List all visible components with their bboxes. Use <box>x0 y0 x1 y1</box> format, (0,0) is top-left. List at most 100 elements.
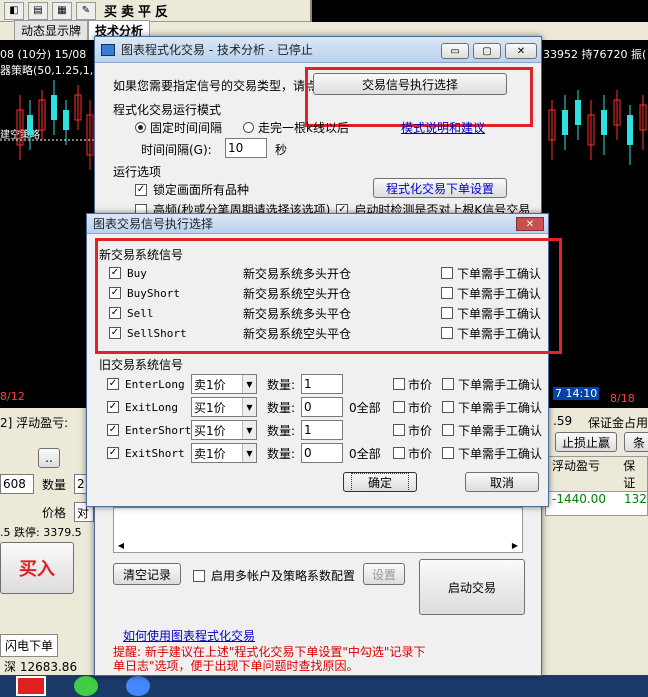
radio-complete-label: 走完一根k线以后 <box>258 121 349 135</box>
manual-check[interactable] <box>442 447 454 459</box>
price-type-select[interactable]: 卖1价 ▼ <box>191 374 257 394</box>
qty-input[interactable]: 1 <box>301 420 343 440</box>
toolbar-icon-4[interactable]: ✎ <box>76 1 96 20</box>
all-label: 0全部 <box>349 400 381 415</box>
float-pnl-label: 2] 浮动盈亏: <box>0 416 69 430</box>
signal-close-button[interactable]: ✕ <box>516 217 544 231</box>
toolbar-buy[interactable]: 买 <box>104 1 117 20</box>
help-link[interactable]: 如何使用图表程式化交易 <box>123 627 255 644</box>
setup-button[interactable]: 设置 <box>363 563 405 585</box>
mode-help-link[interactable]: 模式说明和建议 <box>401 119 485 136</box>
cancel-button[interactable]: 取消 <box>465 472 539 492</box>
tab-dynamic[interactable]: 动态显示牌 <box>14 20 89 40</box>
old-signal-check[interactable]: ✓ <box>107 378 119 390</box>
flash-tab[interactable]: 闪电下单 <box>0 634 59 657</box>
scroll-right[interactable]: ▶ <box>508 538 522 552</box>
qty-input[interactable]: 0 <box>301 397 343 417</box>
interval-input[interactable]: 10 <box>225 138 267 158</box>
radio-fixed[interactable]: 固定时间间隔 <box>135 119 222 136</box>
manual-label: 下单需手工确认 <box>458 377 543 392</box>
manual-check[interactable] <box>442 424 454 436</box>
scroll-left[interactable]: ◀ <box>114 538 128 552</box>
order-settings-button[interactable]: 程式化交易下单设置 <box>373 178 507 198</box>
cancel-label: 取消 <box>489 475 514 490</box>
radio-complete[interactable]: 走完一根k线以后 <box>243 119 349 136</box>
old-signal-check[interactable]: ✓ <box>107 447 119 459</box>
pos-table: 浮动盈亏 保证 -1440.00 132 <box>545 456 648 516</box>
price-type-select[interactable]: 卖1价 ▼ <box>191 443 257 463</box>
mode-section: 程式化交易运行模式 <box>113 103 222 117</box>
radio-fixed-label: 固定时间间隔 <box>150 121 223 135</box>
toolbar-reverse[interactable]: 反 <box>155 1 168 20</box>
radio-circle <box>243 122 254 133</box>
toolbar-close[interactable]: 平 <box>138 1 151 20</box>
stop-loss-button[interactable]: 止损止赢 <box>555 432 617 452</box>
price-type-value: 卖1价 <box>194 446 226 461</box>
price-input[interactable]: 608 <box>0 474 34 494</box>
lock-checkbox[interactable]: ✓ 锁定画面所有品种 <box>135 181 249 198</box>
limit-stat: .5 跌停: 3379.5 <box>0 526 82 539</box>
market-label: 市价 <box>408 400 433 415</box>
market-check[interactable] <box>393 378 405 390</box>
price-type-select[interactable]: 买1价 ▼ <box>191 397 257 417</box>
toolbar-icon-1[interactable]: ◧ <box>4 1 24 20</box>
right-label-2: 保证金占用 <box>588 416 648 430</box>
minimize-button[interactable]: ▭ <box>441 43 469 59</box>
chevron-down-icon: ▼ <box>242 398 256 416</box>
ok-label: 确定 <box>350 472 409 492</box>
market-check[interactable] <box>393 424 405 436</box>
qty-input[interactable]: 0 <box>301 443 343 463</box>
lock-check: ✓ <box>135 183 147 196</box>
multi-label: 启用多帐户及策略系数配置 <box>211 569 356 583</box>
setup-label: 设置 <box>371 567 396 582</box>
qty-label: 数量: <box>267 446 296 461</box>
market-check[interactable] <box>393 401 405 413</box>
maximize-button[interactable]: ▢ <box>473 43 501 59</box>
signal-dialog-titlebar[interactable]: 图表交易信号执行选择 <box>87 214 548 234</box>
manual-check[interactable] <box>442 401 454 413</box>
old-signal-name: EnterLong <box>125 377 185 391</box>
old-signal-check[interactable]: ✓ <box>107 401 119 413</box>
radio-dot <box>135 122 146 133</box>
market-label: 市价 <box>408 423 433 438</box>
market-check[interactable] <box>393 447 405 459</box>
price-type-select[interactable]: 买1价 ▼ <box>191 420 257 440</box>
app-icon-2[interactable] <box>74 676 98 696</box>
market-label: 市价 <box>408 377 433 392</box>
manual-label: 下单需手工确认 <box>458 423 543 438</box>
manual-check[interactable] <box>442 378 454 390</box>
start-trade-button[interactable]: 启动交易 <box>419 559 525 615</box>
dots-button[interactable]: .. <box>38 448 60 468</box>
old-signal-name: ExitShort <box>125 446 185 460</box>
interval-label: 时间间隔(G): <box>141 143 212 157</box>
multi-account-checkbox[interactable]: 启用多帐户及策略系数配置 <box>193 567 355 584</box>
qty-label: 数量: <box>267 423 296 438</box>
price-type-value: 买1价 <box>194 400 226 415</box>
all-label: 0全部 <box>349 446 381 461</box>
market-label: 市价 <box>408 446 433 461</box>
condition-label: 条 <box>632 435 645 450</box>
run-section: 运行选项 <box>113 165 162 179</box>
toolbar-icon-3[interactable]: ▦ <box>52 1 72 20</box>
buy-button[interactable]: 买入 <box>0 542 74 594</box>
qty-input[interactable]: 1 <box>301 374 343 394</box>
toolbar-icon-2[interactable]: ▤ <box>28 1 48 20</box>
log-area[interactable]: ◀ ▶ <box>113 507 523 553</box>
old-signal-row: ✓ ExitLong 买1价 ▼ 数量: 0 0全部 市价 下单需手工确认 <box>107 397 547 417</box>
old-signal-check[interactable]: ✓ <box>107 424 119 436</box>
old-signal-row: ✓ EnterLong 卖1价 ▼ 数量: 1 市价 下单需手工确认 <box>107 374 547 394</box>
highlight-exec <box>305 67 533 127</box>
multi-check <box>193 569 205 582</box>
depth-label: 深 12683.86 <box>4 660 78 674</box>
chevron-down-icon: ▼ <box>242 421 256 439</box>
close-button[interactable]: ✕ <box>505 43 537 59</box>
toolbar-sell[interactable]: 卖 <box>121 1 134 20</box>
qty-label: 数量: <box>267 377 296 392</box>
ok-button[interactable]: 确定 <box>343 472 417 492</box>
app-icon-1[interactable] <box>16 676 46 696</box>
app-icon-3[interactable] <box>126 676 150 696</box>
candles-right <box>548 90 647 165</box>
condition-button[interactable]: 条 <box>624 432 648 452</box>
taskbar <box>0 675 648 697</box>
clear-log-button[interactable]: 清空记录 <box>113 563 181 585</box>
